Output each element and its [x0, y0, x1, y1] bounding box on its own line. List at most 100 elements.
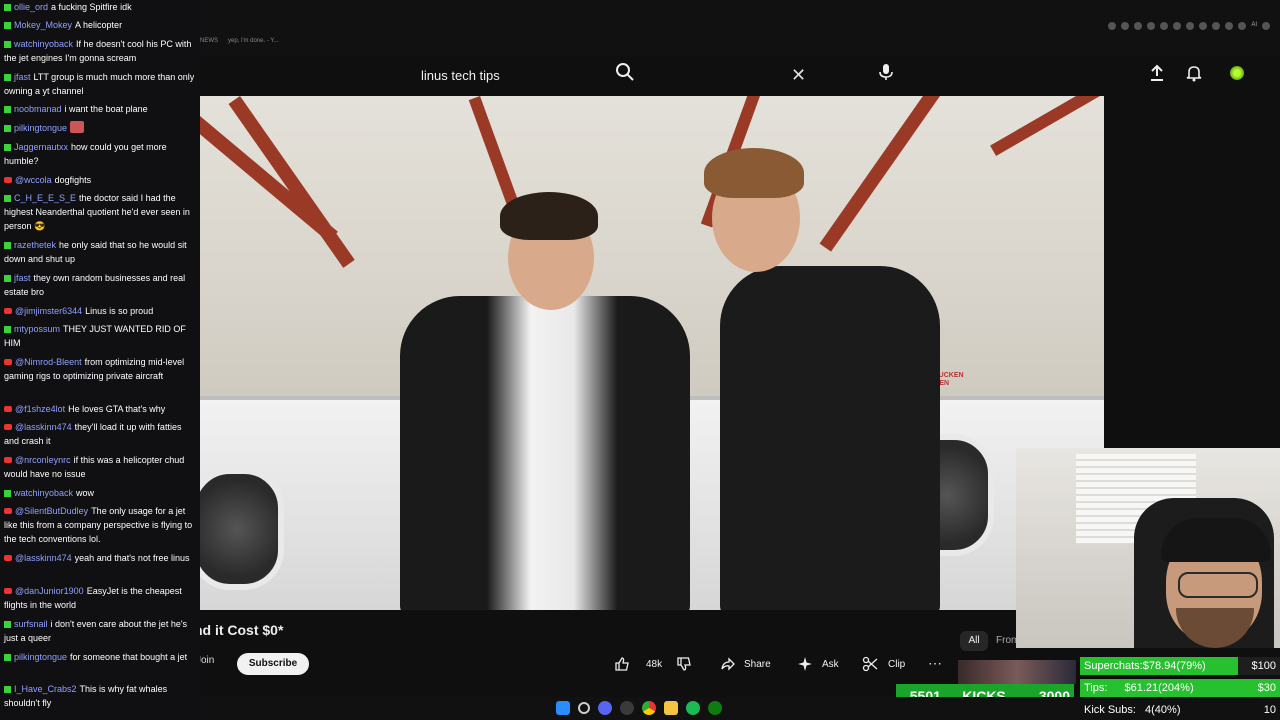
search-icon[interactable] [615, 62, 635, 82]
chat-message: jfast LTT group is much much more than on… [4, 70, 198, 98]
bookmark-video[interactable]: yep, i'm done. - Y... [228, 38, 279, 52]
twitch-badge-icon [4, 326, 11, 333]
extension-icon[interactable] [1199, 22, 1208, 30]
extension-icon[interactable] [1225, 22, 1234, 30]
streamer-glasses [1178, 572, 1258, 598]
search-icon[interactable] [578, 702, 590, 714]
subscribe-button[interactable]: Subscribe [237, 653, 309, 675]
share-button[interactable]: Share [720, 653, 771, 675]
twitch-badge-icon [4, 490, 11, 497]
chat-username: Mokey_Mokey [14, 20, 73, 30]
like-button[interactable]: 48k [614, 653, 662, 675]
chat-text: they own random businesses and real esta… [4, 273, 186, 297]
clip-button[interactable]: Clip [862, 653, 905, 675]
extension-bar: AI [1108, 22, 1270, 30]
extension-icon[interactable] [1173, 22, 1182, 30]
windows-icon[interactable] [556, 701, 570, 715]
chat-message: I_Have_Crabs2 This is why fat whales shou… [4, 682, 198, 710]
youtube-badge-icon [4, 308, 12, 314]
goal-target: $100 [1251, 660, 1276, 672]
chat-message: @f1shze4lot He loves GTA that's why [4, 402, 198, 416]
upload-icon[interactable] [1148, 64, 1166, 82]
goal-target: 10 [1263, 704, 1276, 716]
notification-bell-icon[interactable] [1185, 64, 1203, 82]
zoom-icon[interactable] [1108, 22, 1117, 30]
chat-message: @lasskinn474 they'll load it up with fatt… [4, 420, 198, 448]
goal-value: $78.94(79%) [1142, 660, 1206, 672]
ask-label: Ask [822, 658, 839, 670]
chat-username: pilkingtongue [14, 123, 68, 133]
xbox-icon[interactable] [708, 701, 722, 715]
extension-icon[interactable] [1212, 22, 1221, 30]
goal-tips: Tips: $61.21(204%) $30 [1080, 678, 1280, 698]
ask-button[interactable]: Ask [798, 653, 839, 675]
obs-icon[interactable] [620, 701, 634, 715]
twitch-badge-icon [4, 74, 11, 81]
goal-label: Tips: [1084, 682, 1108, 694]
more-actions-button[interactable]: ⋯ [925, 653, 945, 675]
chat-username: @Nimrod-Bleent [15, 357, 82, 367]
chat-message: pilkingtongue for someone that bought a j… [4, 650, 198, 664]
chat-message: @nrconleynrc if this was a helicopter chu… [4, 453, 198, 481]
chat-message: @SilentButDudley The only usage for a jet… [4, 504, 198, 546]
chat-username: @danJunior1900 [15, 586, 84, 596]
recommended-thumbnail[interactable] [958, 660, 1076, 684]
chat-username: pilkingtongue [14, 652, 68, 662]
spotify-icon[interactable] [686, 701, 700, 715]
account-avatar[interactable] [1230, 66, 1244, 80]
chat-message: mtypossum THEY JUST WANTED RID OF HIM [4, 322, 198, 350]
twitch-badge-icon [4, 4, 11, 11]
scissors-icon [862, 656, 878, 672]
chat-username: ollie_ord [14, 2, 49, 12]
chat-username: @wccola [15, 175, 52, 185]
clip-label: Clip [888, 658, 906, 670]
microphone-icon[interactable] [876, 62, 896, 82]
extension-icon[interactable] [1147, 22, 1156, 30]
youtube-badge-icon [4, 457, 12, 463]
chip-from[interactable]: From [996, 631, 1016, 651]
discord-icon[interactable] [598, 701, 612, 715]
chat-message: pilkingtongue [4, 121, 198, 135]
chat-text: i want the boat plane [64, 104, 148, 114]
twitch-badge-icon [4, 195, 11, 202]
streamer-cap [1161, 518, 1271, 562]
bookmark-news[interactable]: NEWS [200, 38, 218, 52]
ai-extension-label[interactable]: AI [1251, 22, 1257, 30]
youtube-badge-icon [4, 508, 12, 514]
twitch-badge-icon [4, 686, 11, 693]
chat-username: @f1shze4lot [15, 404, 66, 414]
dislike-button[interactable] [676, 653, 692, 675]
person-right [720, 266, 940, 610]
clear-search-icon[interactable]: ✕ [791, 65, 806, 86]
heart-icon[interactable] [1186, 22, 1195, 30]
taskbar-icons [556, 701, 722, 715]
extension-icon[interactable] [1121, 22, 1130, 30]
chat-message: razethetek he only said that so he would … [4, 238, 198, 266]
chat-text: yeah and that's not free linus [74, 553, 190, 563]
chat-text: A helicopter [75, 20, 123, 30]
emote-icon [70, 121, 85, 133]
chat-username: jfast [14, 72, 31, 82]
video-player[interactable]: PUCKEN SH TO OPEN [200, 96, 1104, 610]
chat-username: surfsnail [14, 619, 48, 629]
chat-message: noobmanad i want the boat plane [4, 102, 198, 116]
search-input[interactable]: linus tech tips [421, 68, 500, 83]
extension-icon[interactable] [1160, 22, 1169, 30]
video-sidebar-area [1104, 96, 1280, 448]
extension-icon[interactable] [1238, 22, 1247, 30]
chip-all[interactable]: All [960, 631, 988, 651]
goal-value: $61.21(204%) [1124, 682, 1194, 694]
extension-icon[interactable] [1134, 22, 1143, 30]
folder-icon[interactable] [664, 701, 678, 715]
search-box[interactable]: linus tech tips ✕ [409, 60, 809, 92]
person-left [400, 296, 690, 610]
person-left-hair [500, 192, 598, 240]
chat-message: surfsnail i don't even care about the jet… [4, 617, 198, 645]
chrome-icon[interactable] [642, 701, 656, 715]
chat-username: Jaggernautxx [14, 142, 69, 152]
extension-icon[interactable] [1262, 22, 1270, 30]
goal-label: Superchats: [1084, 660, 1143, 672]
chat-text: a fucking Spitfire idk [51, 2, 132, 12]
chat-text: dogfights [54, 175, 92, 185]
chat-message: Mokey_Mokey A helicopter [4, 18, 198, 32]
